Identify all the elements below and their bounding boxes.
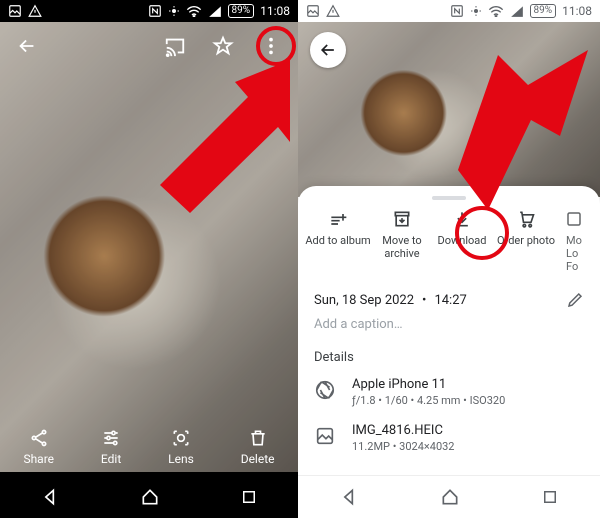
- file-name: IMG_4816.HEIC: [352, 423, 455, 438]
- add-to-album-icon: [328, 208, 348, 230]
- delete-label: Delete: [241, 452, 275, 466]
- caption-input[interactable]: Add a caption…: [298, 313, 600, 342]
- picture-icon: [306, 4, 320, 18]
- wifi-icon: [488, 5, 504, 17]
- photo-time: 14:27: [434, 293, 466, 308]
- status-bar: 89% 11:08: [298, 0, 600, 22]
- sheet-action-row: Add to album Move toarchive Download Ord…: [298, 206, 600, 281]
- trash-icon: [248, 428, 268, 448]
- edit-sliders-icon: [101, 428, 121, 448]
- callout-arrow: [140, 60, 290, 240]
- nav-back-icon[interactable]: [339, 487, 359, 507]
- nav-back-icon[interactable]: [40, 487, 60, 507]
- file-meta: 11.2MP • 3024×4032: [352, 440, 455, 453]
- add-to-album-label: Add to album: [305, 234, 370, 247]
- bottom-action-bar: Share Edit Lens Delete: [0, 418, 298, 476]
- share-icon: [29, 428, 49, 448]
- archive-icon: [392, 208, 412, 230]
- share-label: Share: [23, 452, 54, 466]
- signal-icon: [208, 5, 222, 17]
- lens-button[interactable]: Lens: [168, 428, 194, 466]
- camera-model: Apple iPhone 11: [352, 377, 505, 392]
- warning-icon: [326, 4, 340, 18]
- add-to-album-button[interactable]: Add to album: [304, 208, 372, 273]
- signal-icon: [510, 5, 524, 17]
- cart-icon: [516, 208, 536, 230]
- location-icon: [168, 5, 180, 17]
- photo-timestamp-row: Sun, 18 Sep 2022 • 14:27: [298, 281, 600, 313]
- nav-home-icon[interactable]: [440, 487, 460, 507]
- image-file-icon: [314, 425, 338, 447]
- picture-icon: [8, 4, 22, 18]
- edit-timestamp-button[interactable]: [566, 291, 584, 309]
- nfc-icon: [148, 4, 162, 18]
- nav-home-icon[interactable]: [140, 487, 160, 507]
- overflow-icon: [565, 208, 583, 230]
- clock: 11:08: [260, 4, 290, 18]
- back-arrow-icon[interactable]: [10, 29, 44, 63]
- lens-label: Lens: [168, 452, 194, 466]
- callout-arrow: [458, 50, 588, 210]
- overflow-button-cut[interactable]: MoLoFo: [560, 208, 588, 273]
- cast-icon[interactable]: [158, 29, 192, 63]
- delete-button[interactable]: Delete: [241, 428, 275, 466]
- file-details-row: IMG_4816.HEIC 11.2MP • 3024×4032: [298, 415, 600, 461]
- photo-date: Sun, 18 Sep 2022: [314, 293, 414, 308]
- share-button[interactable]: Share: [23, 428, 54, 466]
- lens-icon: [171, 428, 191, 448]
- star-icon[interactable]: [206, 29, 240, 63]
- details-heading: Details: [298, 342, 600, 369]
- edit-button[interactable]: Edit: [101, 428, 121, 466]
- overflow-label: MoLoFo: [566, 234, 582, 273]
- move-to-archive-button[interactable]: Move toarchive: [372, 208, 432, 273]
- warning-icon: [28, 4, 42, 18]
- edit-label: Edit: [101, 452, 121, 466]
- camera-details-row: Apple iPhone 11 ƒ/1.8 • 1/60 • 4.25 mm •…: [298, 369, 600, 415]
- status-bar: 89% 11:08: [0, 0, 298, 22]
- clock: 11:08: [562, 4, 592, 18]
- back-button[interactable]: [310, 32, 346, 68]
- nav-recent-icon[interactable]: [240, 488, 258, 506]
- screenshot-right: 89% 11:08 Add to album Move toarchive: [298, 0, 600, 518]
- aperture-icon: [314, 379, 338, 401]
- move-to-archive-label: Move toarchive: [382, 234, 421, 260]
- wifi-icon: [186, 5, 202, 17]
- bottom-sheet: Add to album Move toarchive Download Ord…: [298, 186, 600, 476]
- battery-indicator: 89%: [530, 4, 557, 18]
- system-nav-bar: [298, 475, 600, 518]
- highlight-ring-download: [455, 206, 509, 260]
- system-nav-bar: [0, 476, 298, 518]
- camera-exif: ƒ/1.8 • 1/60 • 4.25 mm • ISO320: [352, 394, 505, 407]
- nav-recent-icon[interactable]: [541, 488, 559, 506]
- battery-indicator: 89%: [228, 4, 255, 18]
- location-icon: [470, 5, 482, 17]
- highlight-ring-more: [256, 26, 296, 66]
- screenshot-left: 89% 11:08: [0, 0, 298, 518]
- nfc-icon: [450, 4, 464, 18]
